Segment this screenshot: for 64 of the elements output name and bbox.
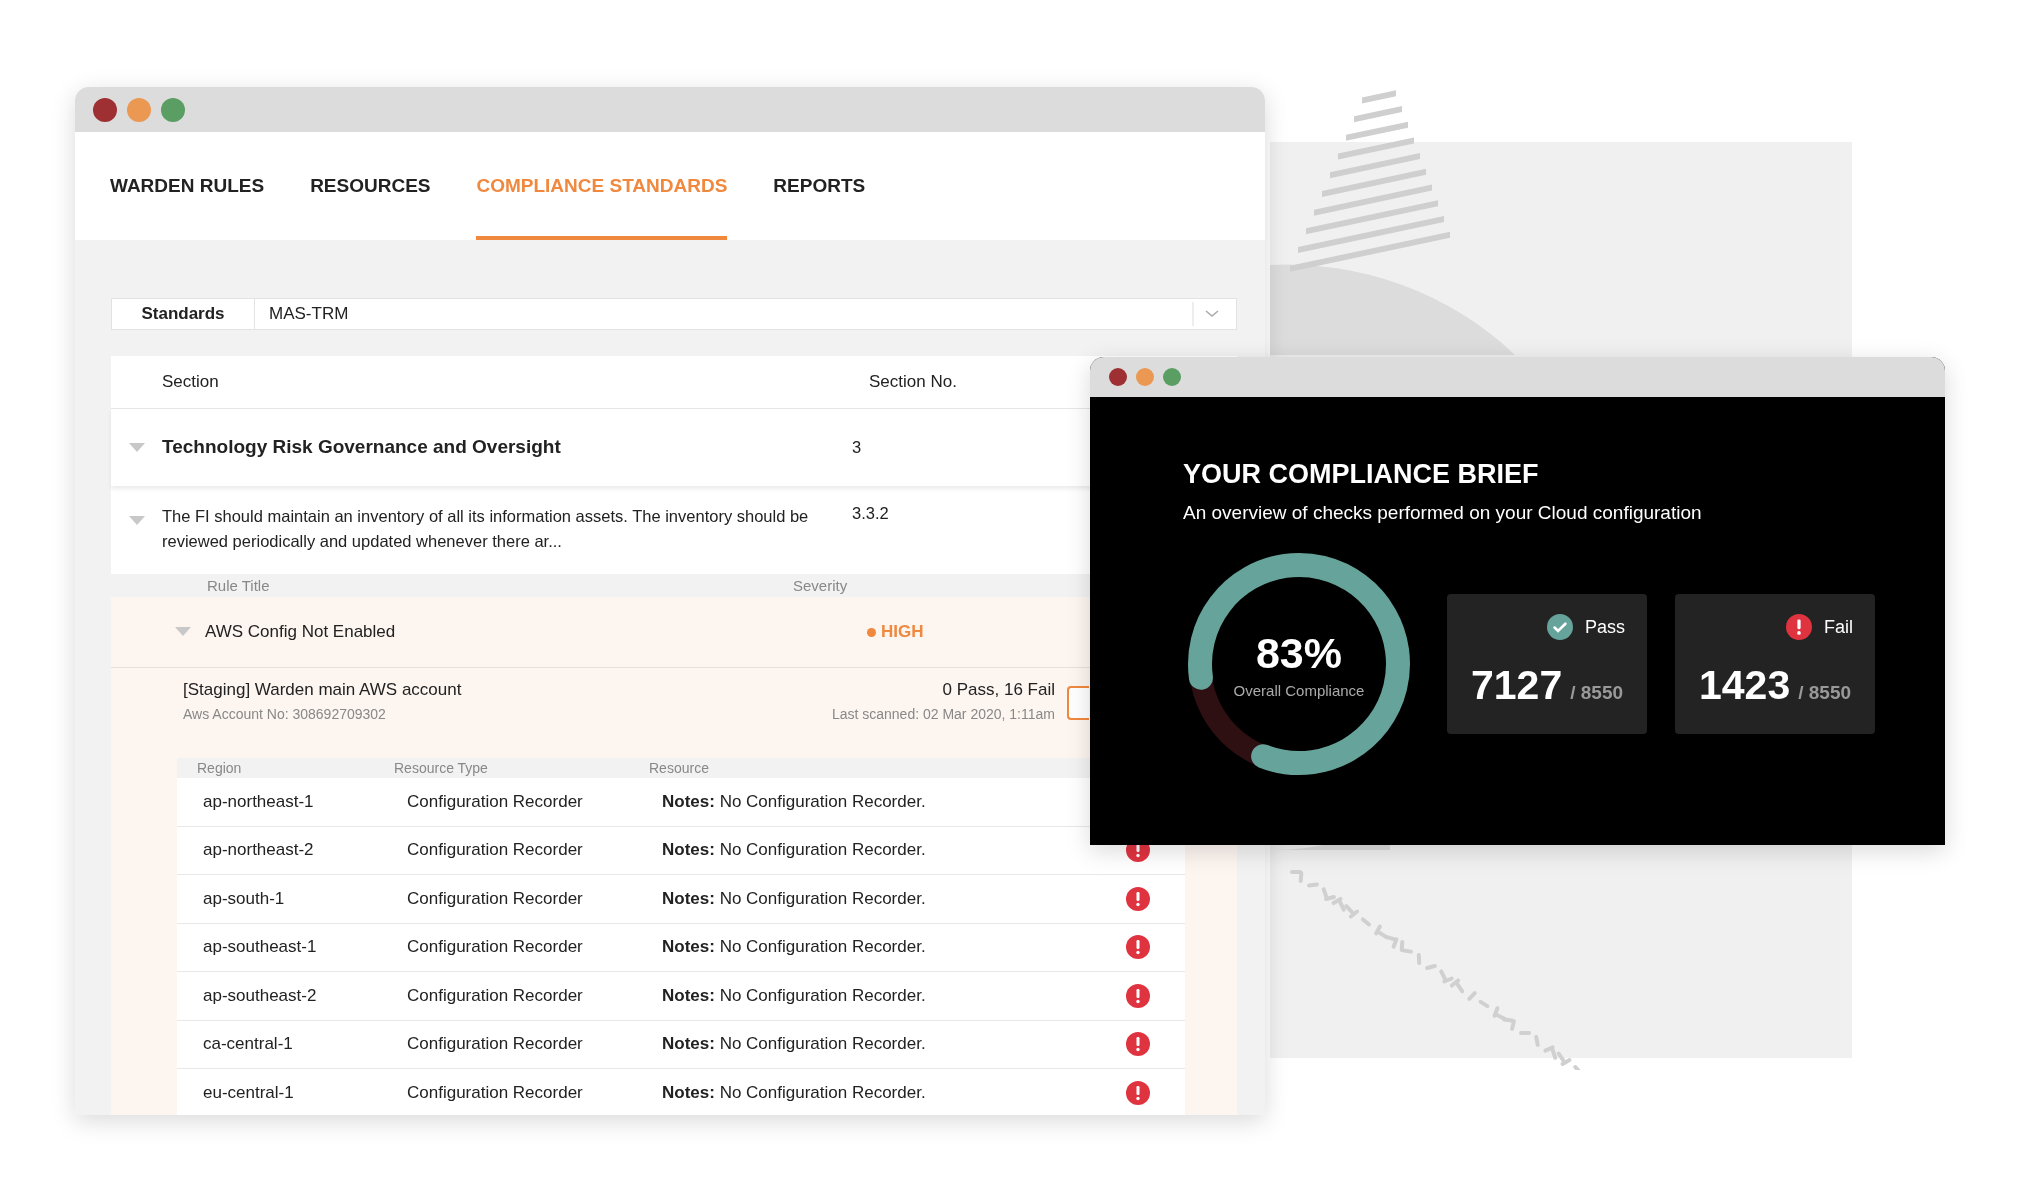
resource-notes-cell-text: Notes: No Configuration Recorder. <box>662 1082 927 1103</box>
minimize-button[interactable] <box>127 97 151 122</box>
resource-type-cell-text: Configuration Recorder <box>407 937 584 958</box>
resource-type-cell-text: Configuration Recorder <box>407 840 584 861</box>
column-header: Region <box>197 760 243 776</box>
region-cell-text: ca-central-1 <box>203 1034 294 1055</box>
region-cell-text: ap-southeast-1 <box>203 937 318 958</box>
standards-select[interactable]: Standards MAS-TRM <box>111 298 1237 330</box>
column-header: Section <box>161 372 220 392</box>
resource-notes-cell-text: Notes: No Configuration Recorder. <box>662 937 927 958</box>
section-title: The FI should maintain an inventory of all its information assets. The inventory should be reviewed periodically and updated whenever there ar... <box>162 506 810 552</box>
resource-notes-cell-text: Notes: No Configuration Recorder. <box>662 985 927 1006</box>
stat-total: / 8550 <box>1798 682 1852 704</box>
maximize-button[interactable] <box>1163 368 1181 386</box>
close-button[interactable] <box>1109 368 1127 386</box>
column-header: Severity <box>793 577 848 594</box>
section-number: 3.3.2 <box>852 504 889 523</box>
check-result: 0 Pass, 16 Fail <box>942 680 1055 700</box>
column-header: Section No. <box>869 372 957 392</box>
severity-label: HIGH <box>867 622 924 642</box>
resource-notes-cell-text: Notes: No Configuration Recorder. <box>662 1034 927 1055</box>
stat-label: Pass <box>1584 616 1625 638</box>
caret-icon[interactable] <box>128 516 145 526</box>
region-cell-text: ap-northeast-2 <box>203 840 315 861</box>
column-header: Resource Type <box>394 760 489 776</box>
stat-total: / 8550 <box>1570 682 1624 704</box>
resource-type-cell-text: Configuration Recorder <box>407 791 584 812</box>
resource-notes-cell-text: Notes: No Configuration Recorder. <box>662 840 927 861</box>
nav-tab[interactable]: RESOURCES <box>310 132 431 240</box>
region-cell-text: ap-northeast-1 <box>203 791 315 812</box>
resource-notes-cell-text: Notes: No Configuration Recorder. <box>662 791 927 812</box>
resource-type-cell-text: Configuration Recorder <box>407 1034 584 1055</box>
select-value: MAS-TRM <box>269 304 349 324</box>
compliance-percent: 83% <box>1255 629 1343 678</box>
resource-type-cell-text: Configuration Recorder <box>407 1082 584 1103</box>
action-button[interactable] <box>1067 686 1089 720</box>
nav-tab[interactable]: REPORTS <box>773 132 866 240</box>
maximize-button[interactable] <box>161 97 185 122</box>
caret-icon[interactable] <box>128 442 145 453</box>
resource-type-cell-text: Configuration Recorder <box>407 985 584 1006</box>
close-button[interactable] <box>93 97 117 122</box>
standards-label: Standards <box>112 299 255 329</box>
stat-count: 1423 <box>1699 662 1791 709</box>
column-header: Rule Title <box>206 577 271 594</box>
region-cell-text: ap-southeast-2 <box>203 985 318 1006</box>
stat-count: 7127 <box>1471 662 1563 709</box>
column-header: Resource <box>649 760 710 776</box>
last-scanned: Last scanned: 02 Mar 2020, 1:11am <box>831 706 1055 722</box>
section-title: Technology Risk Governance and Oversight <box>162 435 562 460</box>
caret-icon[interactable] <box>175 627 191 637</box>
account-name: [Staging] Warden main AWS account <box>183 680 462 700</box>
stat-label: Fail <box>1824 616 1853 638</box>
minimize-button[interactable] <box>1136 368 1154 386</box>
region-cell-text: ap-south-1 <box>203 888 286 909</box>
rule-title: AWS Config Not Enabled <box>205 622 397 642</box>
region-cell-text: eu-central-1 <box>203 1082 295 1103</box>
brief-subtitle: An overview of checks performed on your Cloud configuration <box>1183 502 1703 524</box>
brief-title: YOUR COMPLIANCE BRIEF <box>1183 459 1540 490</box>
nav-tab[interactable]: WARDEN RULES <box>110 132 265 240</box>
resource-notes-cell-text: Notes: No Configuration Recorder. <box>662 888 927 909</box>
account-number: Aws Account No: 308692709302 <box>183 706 386 722</box>
compliance-label: Overall Compliance <box>1233 682 1365 699</box>
section-number: 3 <box>852 438 862 457</box>
resource-type-cell-text: Configuration Recorder <box>407 888 584 909</box>
